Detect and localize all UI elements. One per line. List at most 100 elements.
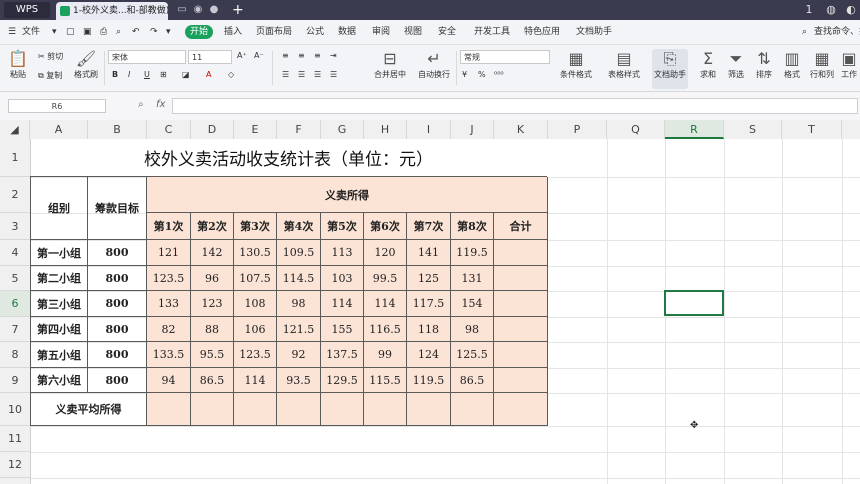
income-value[interactable]: 114 — [234, 368, 277, 393]
worksheet-button[interactable]: ▣ 工作 — [838, 49, 860, 80]
currency-icon[interactable]: ¥ — [462, 70, 467, 79]
income-value[interactable]: 120 — [364, 240, 407, 266]
align-right-icon[interactable]: ☰ — [314, 70, 321, 79]
column-header-k[interactable]: K — [494, 120, 548, 139]
income-value[interactable]: 113 — [321, 240, 364, 266]
fill-color-icon[interactable]: ◪ — [182, 70, 190, 79]
row-header-11[interactable]: 11 — [0, 426, 30, 452]
header-time[interactable]: 第5次 — [321, 213, 364, 240]
income-value[interactable]: 154 — [451, 291, 494, 317]
percent-icon[interactable]: % — [478, 70, 486, 79]
print-preview-icon[interactable]: ⌕ — [116, 25, 121, 39]
increase-font-icon[interactable]: A⁺ — [237, 51, 247, 60]
wrap-text-button[interactable]: ↵ 自动换行 — [414, 49, 454, 80]
row-header-3[interactable]: 3 — [0, 213, 30, 240]
fx-icon[interactable]: fx — [156, 99, 165, 110]
menu-file[interactable]: 文件 — [22, 25, 40, 39]
income-value[interactable]: 86.5 — [451, 368, 494, 393]
user-icon[interactable]: ◐ — [844, 3, 858, 17]
menu-review[interactable]: 审阅 — [372, 25, 390, 39]
income-value[interactable]: 123.5 — [234, 342, 277, 368]
name-box[interactable]: R6 — [8, 99, 106, 113]
total-value[interactable] — [494, 266, 548, 291]
income-value[interactable]: 142 — [191, 240, 234, 266]
wps-app-button[interactable]: WPS — [4, 2, 50, 18]
income-value[interactable]: 92 — [277, 342, 321, 368]
column-header-h[interactable]: H — [364, 120, 407, 139]
income-value[interactable]: 123 — [191, 291, 234, 317]
new-tab-button[interactable]: + — [232, 2, 244, 18]
avg-value[interactable] — [451, 393, 494, 426]
row-header-8[interactable]: 8 — [0, 342, 30, 368]
justify-icon[interactable]: ☰ — [330, 70, 337, 79]
column-header-c[interactable]: C — [147, 120, 191, 139]
group-name[interactable]: 第五小组 — [30, 342, 88, 368]
header-time[interactable]: 第1次 — [147, 213, 191, 240]
menu-page-layout[interactable]: 页面布局 — [256, 25, 292, 39]
income-value[interactable]: 98 — [277, 291, 321, 317]
header-time[interactable]: 第8次 — [451, 213, 494, 240]
income-value[interactable]: 107.5 — [234, 266, 277, 291]
cut-button[interactable]: ✂ 剪切 — [38, 51, 63, 62]
search-command-icon[interactable]: ⌕ — [802, 25, 807, 39]
income-value[interactable]: 129.5 — [321, 368, 364, 393]
income-value[interactable]: 96 — [191, 266, 234, 291]
income-value[interactable]: 119.5 — [407, 368, 451, 393]
avg-value[interactable] — [147, 393, 191, 426]
redo-icon[interactable]: ↷ — [150, 25, 158, 39]
paste-button[interactable]: 📋 粘贴 — [2, 49, 34, 80]
undo-icon[interactable]: ↶ — [132, 25, 140, 39]
font-name-select[interactable]: 宋体 — [108, 50, 186, 64]
income-value[interactable]: 130.5 — [234, 240, 277, 266]
income-value[interactable]: 119.5 — [451, 240, 494, 266]
column-header-g[interactable]: G — [321, 120, 364, 139]
column-header-t[interactable]: T — [782, 120, 842, 139]
avg-value[interactable] — [494, 393, 548, 426]
income-value[interactable]: 125.5 — [451, 342, 494, 368]
income-value[interactable]: 131 — [451, 266, 494, 291]
income-value[interactable]: 95.5 — [191, 342, 234, 368]
column-header-f[interactable]: F — [277, 120, 321, 139]
target-value[interactable]: 800 — [88, 266, 147, 291]
total-value[interactable] — [494, 317, 548, 342]
monitor-icon[interactable]: ▭ — [176, 4, 188, 16]
column-header-e[interactable]: E — [234, 120, 277, 139]
menu-doc-assistant[interactable]: 文档助手 — [576, 25, 612, 39]
menu-view[interactable]: 视图 — [404, 25, 422, 39]
row-col-button[interactable]: ▦ 行和列 — [806, 49, 838, 80]
header-total[interactable]: 合计 — [494, 213, 548, 240]
income-value[interactable]: 114 — [321, 291, 364, 317]
income-value[interactable]: 133 — [147, 291, 191, 317]
menu-insert[interactable]: 插入 — [224, 25, 242, 39]
active-cell-r6[interactable] — [664, 290, 724, 316]
more-icon[interactable]: ▾ — [166, 25, 171, 39]
group-name[interactable]: 第四小组 — [30, 317, 88, 342]
menu-data[interactable]: 数据 — [338, 25, 356, 39]
column-header-b[interactable]: B — [88, 120, 147, 139]
income-value[interactable]: 117.5 — [407, 291, 451, 317]
menu-start-tab[interactable]: 开始 — [185, 25, 213, 39]
font-size-select[interactable]: 11 — [188, 50, 232, 64]
document-tab[interactable]: 1-校外义卖...和-部教做) — [56, 2, 168, 20]
pin-icon[interactable]: ◉ — [192, 4, 204, 16]
income-value[interactable]: 125 — [407, 266, 451, 291]
row-header-6[interactable]: 6 — [0, 291, 30, 317]
row-header-1[interactable]: 1 — [0, 139, 30, 177]
hamburger-icon[interactable]: ☰ — [8, 25, 16, 39]
underline-icon[interactable]: U — [144, 70, 150, 79]
income-value[interactable]: 118 — [407, 317, 451, 342]
target-value[interactable]: 800 — [88, 317, 147, 342]
income-value[interactable]: 114.5 — [277, 266, 321, 291]
income-value[interactable]: 141 — [407, 240, 451, 266]
target-value[interactable]: 800 — [88, 342, 147, 368]
row-header-7[interactable]: 7 — [0, 317, 30, 342]
income-value[interactable]: 86.5 — [191, 368, 234, 393]
header-group[interactable]: 组别 — [30, 177, 88, 240]
column-header-j[interactable]: J — [451, 120, 494, 139]
income-value[interactable]: 94 — [147, 368, 191, 393]
menu-security[interactable]: 安全 — [438, 25, 456, 39]
print-icon[interactable]: ⎙ — [100, 25, 107, 39]
row-header-2[interactable]: 2 — [0, 177, 30, 213]
total-value[interactable] — [494, 240, 548, 266]
avg-value[interactable] — [234, 393, 277, 426]
